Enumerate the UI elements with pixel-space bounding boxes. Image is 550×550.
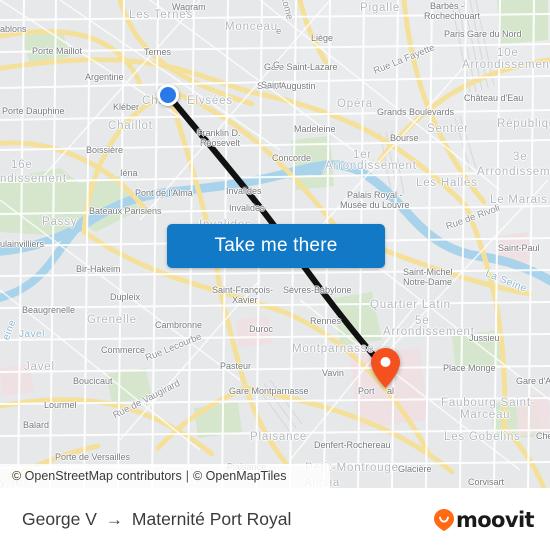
- map-attribution: © OpenStreetMap contributors | © OpenMap…: [0, 464, 330, 488]
- origin-marker[interactable]: [157, 84, 179, 106]
- take-me-there-button[interactable]: Take me there: [167, 224, 385, 268]
- moovit-pin-icon: [433, 508, 454, 531]
- footer-bar: George V → Maternité Port Royal moovit: [0, 488, 550, 550]
- trip-origin-label: George V: [22, 509, 97, 529]
- moovit-trip-screenshot: Wagram Les Ternes Monceau Pigalle Barbès - Ro…: [0, 0, 550, 550]
- arrow-right-icon: →: [105, 509, 123, 529]
- trip-destination-label: Maternité Port Royal: [131, 509, 292, 529]
- trip-title: George V → Maternité Port Royal: [22, 509, 291, 530]
- attribution-openmaptiles[interactable]: © OpenMapTiles: [193, 469, 287, 483]
- attribution-separator: |: [185, 469, 189, 483]
- moovit-wordmark: moovit: [455, 507, 535, 532]
- attribution-osm[interactable]: © OpenStreetMap contributors: [12, 469, 182, 483]
- moovit-logo[interactable]: moovit: [433, 507, 535, 532]
- map-canvas[interactable]: Wagram Les Ternes Monceau Pigalle Barbès - Ro…: [0, 0, 550, 488]
- destination-marker[interactable]: [371, 348, 400, 388]
